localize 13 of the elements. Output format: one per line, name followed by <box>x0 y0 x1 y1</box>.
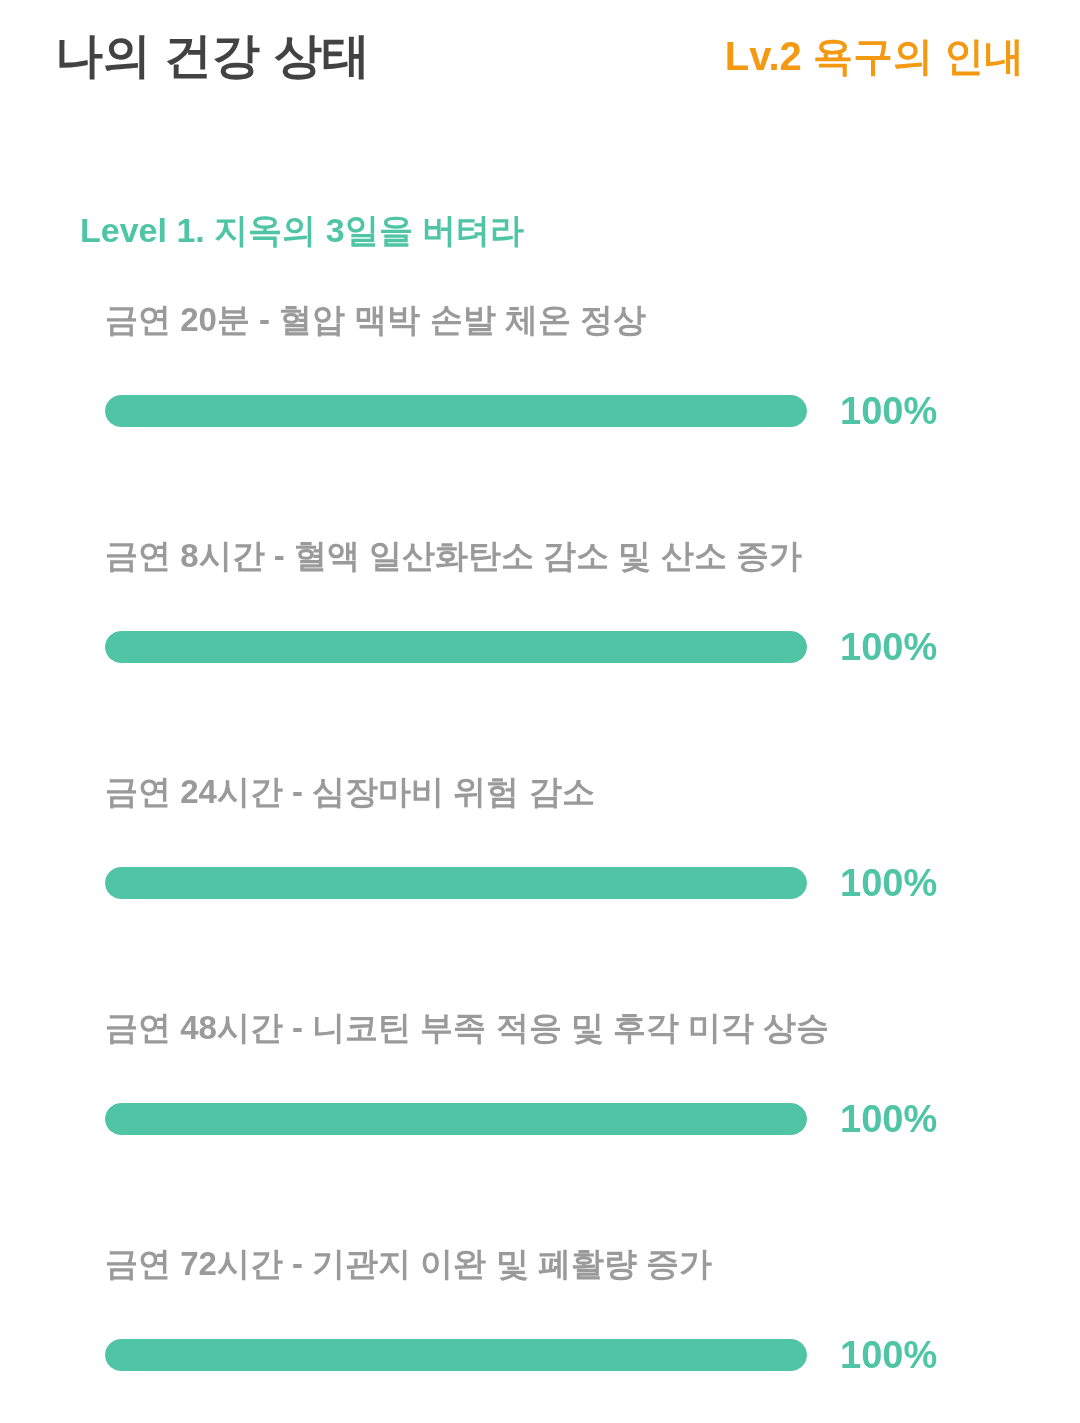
progress-percent: 100% <box>840 1097 938 1141</box>
milestone-label: 금연 8시간 - 혈액 일산화탄소 감소 및 산소 증가 <box>105 536 802 576</box>
milestone-label: 금연 48시간 - 니코틴 부족 적응 및 후각 미각 상승 <box>105 1008 830 1048</box>
progress-percent: 100% <box>840 625 938 669</box>
progress-percent: 100% <box>840 861 938 905</box>
milestone-label: 금연 24시간 - 심장마비 위험 감소 <box>105 772 595 812</box>
milestone-label: 금연 20분 - 혈압 맥박 손발 체온 정상 <box>105 300 646 340</box>
page-title: 나의 건강 상태 <box>55 28 370 84</box>
level-title: Lv.2 욕구의 인내 <box>724 33 1024 80</box>
milestone-label: 금연 72시간 - 기관지 이완 및 폐활량 증가 <box>105 1244 712 1284</box>
progress-percent: 100% <box>840 389 938 433</box>
section-title: Level 1. 지옥의 3일을 버텨라 <box>80 210 524 250</box>
progress-percent: 100% <box>840 1333 938 1377</box>
